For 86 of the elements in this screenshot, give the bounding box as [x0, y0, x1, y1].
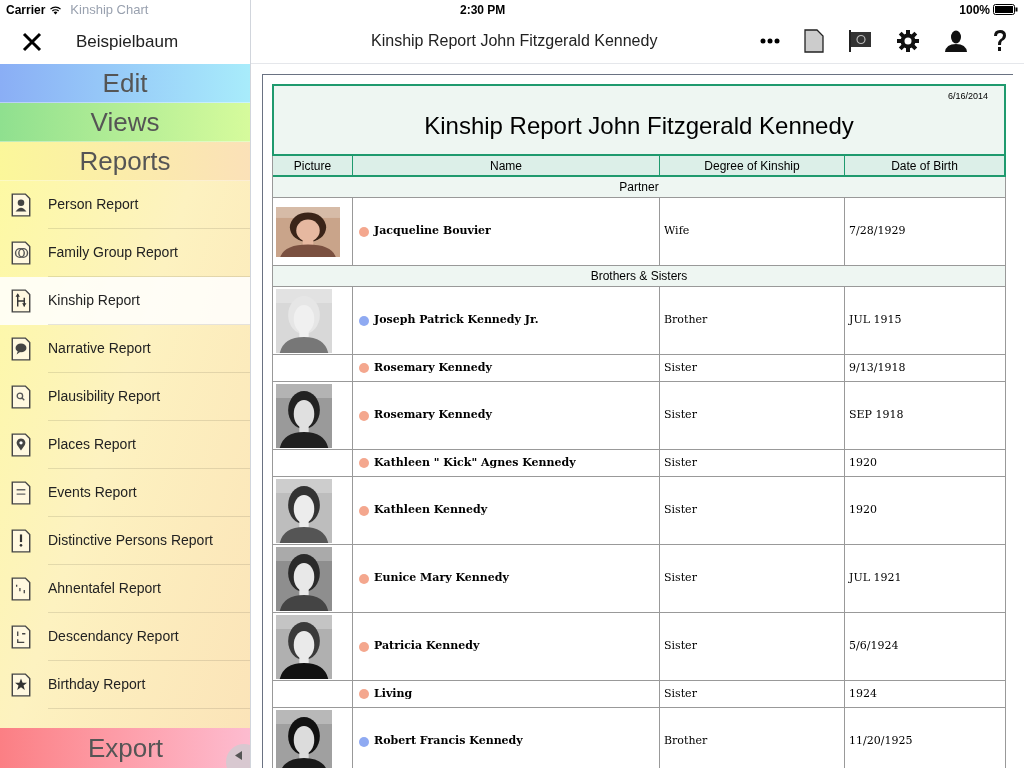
kinship-degree: Brother — [664, 312, 708, 329]
report-menu-item[interactable]: Distinctive Persons Report — [0, 517, 250, 565]
kinship-degree: Wife — [664, 223, 690, 240]
report-menu-item[interactable]: Places Report — [0, 421, 250, 469]
person-name: Rosemary Kennedy — [374, 407, 492, 424]
report-menu-item[interactable]: Events Report — [0, 469, 250, 517]
kinship-degree: Sister — [664, 454, 697, 471]
birth-date: 1920 — [849, 502, 877, 519]
kinship-degree: Sister — [664, 407, 697, 424]
settings-icon[interactable] — [896, 29, 920, 54]
report-date: 6/16/2014 — [947, 90, 988, 103]
kinship-degree: Sister — [664, 502, 697, 519]
menu-item-label: Person Report — [48, 181, 250, 229]
column-header: Degree of Kinship — [660, 156, 845, 177]
exclamation-document-icon — [10, 529, 32, 553]
section-header[interactable]: Edit — [0, 64, 250, 103]
hierarchy-document-icon — [10, 625, 32, 649]
birth-date: JUL 1915 — [849, 312, 902, 329]
kinship-degree: Brother — [664, 733, 708, 750]
person-name: Eunice Mary Kennedy — [374, 570, 509, 587]
birth-date: 1920 — [849, 454, 877, 471]
person-name: Patricia Kennedy — [374, 638, 480, 655]
person-name: Jacqueline Bouvier — [374, 223, 491, 240]
kinship-degree: Sister — [664, 570, 697, 587]
person-silhouette-icon[interactable] — [944, 29, 968, 54]
report-menu-item[interactable]: Person Report — [0, 181, 250, 229]
wifi-icon — [49, 5, 63, 15]
birth-date: 5/6/1924 — [849, 638, 899, 655]
speech-bubble-document-icon — [10, 337, 32, 361]
report-menu-item[interactable]: Birthday Report — [0, 661, 250, 709]
person-name: Kathleen " Kick" Agnes Kennedy — [374, 454, 576, 471]
menu-item-label: Descendancy Report — [48, 613, 250, 661]
menu-item-label: Plausibility Report — [48, 373, 250, 421]
kinship-degree: Sister — [664, 638, 697, 655]
menu-item-label: Events Report — [48, 469, 250, 517]
menu-item-label: Narrative Report — [48, 325, 250, 373]
close-icon[interactable] — [22, 32, 42, 52]
birth-date: 11/20/1925 — [849, 733, 913, 750]
menu-item-label: Kinship Report — [48, 277, 250, 325]
report-menu-item[interactable]: Descendancy Report — [0, 613, 250, 661]
document-icon[interactable] — [804, 29, 824, 54]
help-icon[interactable] — [992, 29, 1008, 54]
birth-date: SEP 1918 — [849, 407, 904, 424]
person-name: Rosemary Kennedy — [374, 359, 492, 376]
person-name: Joseph Patrick Kennedy Jr. — [374, 312, 539, 329]
nav-title: Kinship Report John Fitzgerald Kennedy — [371, 31, 658, 52]
birth-date: 9/13/1918 — [849, 359, 906, 376]
birth-date: JUL 1921 — [849, 570, 902, 587]
faded-menu-text: Kinship Chart — [70, 1, 149, 20]
person-name: Robert Francis Kennedy — [374, 733, 523, 750]
magnifier-document-icon — [10, 385, 32, 409]
status-time: 2:30 PM — [460, 1, 506, 19]
flag-icon[interactable] — [848, 29, 872, 54]
kinship-degree: Sister — [664, 685, 697, 702]
section-header[interactable]: Reports — [0, 142, 250, 181]
carrier-label: Carrier — [6, 2, 46, 19]
battery-icon — [993, 4, 1018, 16]
menu-item-label: Distinctive Persons Report — [48, 517, 250, 565]
tree-title: Beispielbaum — [76, 31, 179, 54]
column-header: Date of Birth — [845, 156, 1006, 177]
menu-item-label: Places Report — [48, 421, 250, 469]
report-menu-item[interactable]: Ahnentafel Report — [0, 565, 250, 613]
menu-item-label: Ahnentafel Report — [48, 565, 250, 613]
birth-date: 1924 — [849, 685, 877, 702]
person-name: Kathleen Kennedy — [374, 502, 488, 519]
group-header: Brothers & Sisters — [273, 266, 1006, 287]
report-menu-item[interactable]: Plausibility Report — [0, 373, 250, 421]
person-document-icon — [10, 193, 32, 217]
group-header: Partner — [273, 177, 1006, 198]
rings-document-icon — [10, 241, 32, 265]
birth-date: 7/28/1929 — [849, 223, 906, 240]
report-title: Kinship Report John Fitzgerald Kennedy — [424, 110, 854, 141]
battery-percentage: 100% — [959, 1, 990, 19]
section-header[interactable]: Views — [0, 103, 250, 142]
report-menu-item[interactable]: Narrative Report — [0, 325, 250, 373]
kinship-degree: Sister — [664, 359, 697, 376]
left-triangle-icon — [235, 751, 242, 760]
report-menu-item[interactable]: Kinship Report — [0, 277, 250, 325]
person-name: Living — [374, 685, 413, 702]
tree-document-icon — [10, 289, 32, 313]
export-section[interactable]: Export — [0, 728, 250, 768]
menu-item-label: Birthday Report — [48, 661, 250, 709]
pin-document-icon — [10, 433, 32, 457]
star-document-icon — [10, 673, 32, 697]
column-header: Picture — [273, 156, 353, 177]
column-header: Name — [353, 156, 660, 177]
